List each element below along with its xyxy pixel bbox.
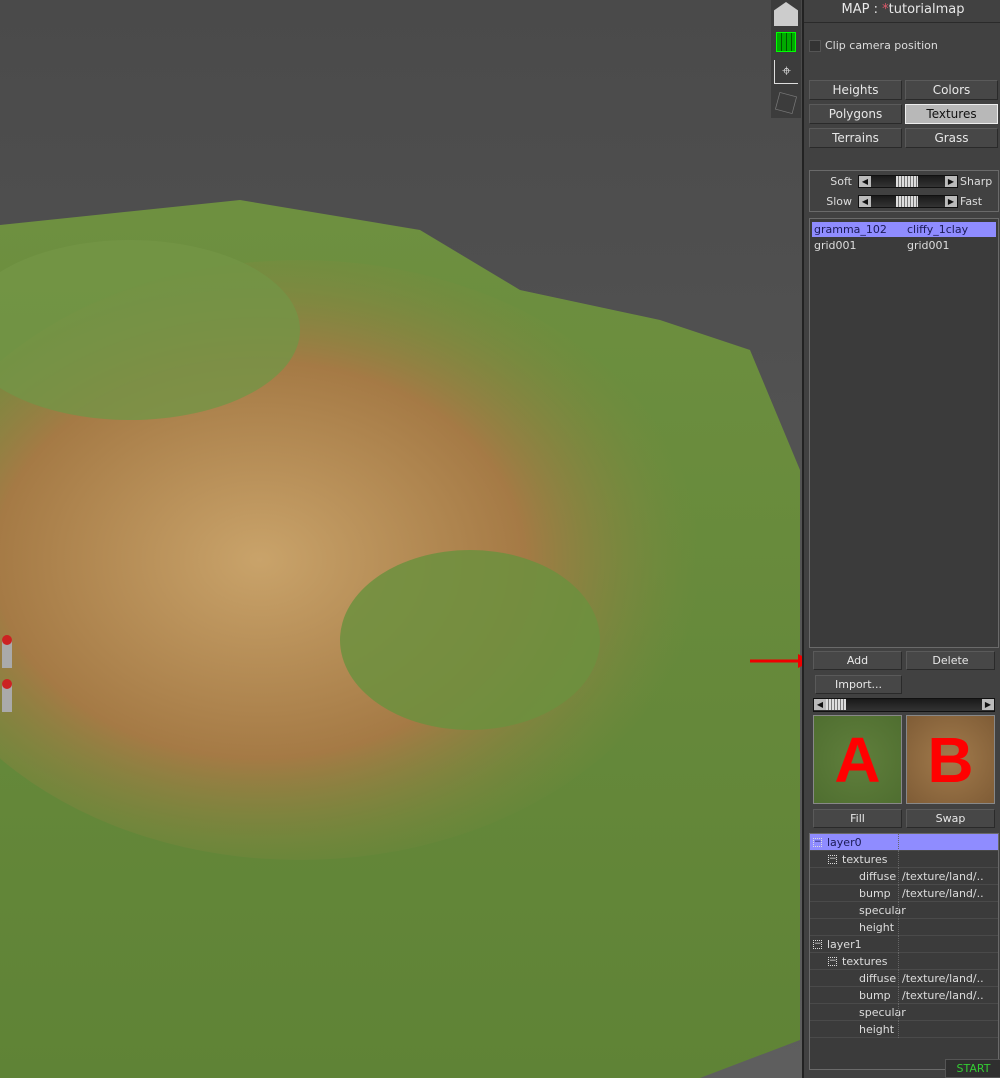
column-divider: [898, 868, 899, 885]
tree-row[interactable]: height: [810, 919, 998, 936]
softness-slider[interactable]: ◀ ▶: [858, 175, 958, 188]
swap-button[interactable]: Swap: [906, 809, 995, 828]
scroll-left-arrow[interactable]: ◀: [814, 699, 826, 710]
grid-icon[interactable]: [776, 32, 796, 52]
collapse-toggle-icon[interactable]: −: [813, 940, 822, 949]
sharp-label: Sharp: [960, 175, 993, 188]
tree-row[interactable]: bump/texture/land/..: [810, 987, 998, 1004]
tree-item-name: layer0: [827, 836, 862, 849]
tree-item-name: height: [859, 921, 895, 934]
slow-label: Slow: [826, 195, 852, 208]
collapse-toggle-icon[interactable]: −: [828, 957, 837, 966]
tree-item-name: diffuse: [859, 870, 897, 883]
slider-right-arrow[interactable]: ▶: [945, 196, 957, 207]
column-divider: [898, 902, 899, 919]
tree-item-name: height: [859, 1023, 895, 1036]
column-divider: [898, 851, 899, 868]
tree-row[interactable]: − layer1: [810, 936, 998, 953]
label-b: B: [927, 724, 974, 796]
start-button[interactable]: START: [945, 1059, 1000, 1078]
layer-property-tree: − layer0− textures diffuse/texture/land/.. b…: [809, 833, 999, 1070]
column-divider: [898, 919, 899, 936]
scrollbar-thumb[interactable]: [826, 699, 846, 710]
slider-left-arrow[interactable]: ◀: [859, 196, 871, 207]
slider-left-arrow[interactable]: ◀: [859, 176, 871, 187]
softness-slider-row: Soft ◀ ▶ Sharp: [810, 174, 1000, 190]
texture-pair-list: gramma_102 cliffy_1clay grid001 grid001: [809, 218, 999, 648]
column-divider: [898, 834, 899, 851]
speed-slider-row: Slow ◀ ▶ Fast: [810, 194, 1000, 210]
tree-row[interactable]: specular: [810, 902, 998, 919]
tree-item-name: layer1: [827, 938, 862, 951]
tree-item-name: bump: [859, 887, 891, 900]
fast-label: Fast: [960, 195, 983, 208]
terrain-grass-hollow: [340, 550, 600, 730]
clip-camera-checkbox[interactable]: [809, 40, 821, 52]
texture-scrollbar[interactable]: ◀ ▶: [813, 698, 995, 712]
delete-button[interactable]: Delete: [906, 651, 995, 670]
texture-b-name: grid001: [907, 239, 950, 252]
tree-row[interactable]: specular: [810, 1004, 998, 1021]
texture-a-name: gramma_102: [814, 223, 887, 236]
scroll-right-arrow[interactable]: ▶: [982, 699, 994, 710]
slider-thumb[interactable]: [896, 176, 918, 187]
slider-right-arrow[interactable]: ▶: [945, 176, 957, 187]
panel-title: MAP : *tutorialmap: [841, 2, 965, 17]
tree-row[interactable]: diffuse/texture/land/..: [810, 868, 998, 885]
texture-tile-b[interactable]: B: [906, 715, 995, 804]
label-a: A: [834, 724, 881, 796]
mode-heights-button[interactable]: Heights: [809, 80, 902, 100]
mode-colors-button[interactable]: Colors: [905, 80, 998, 100]
tree-item-value[interactable]: /texture/land/..: [902, 885, 984, 902]
mode-grass-button[interactable]: Grass: [905, 128, 998, 148]
column-divider: [898, 953, 899, 970]
mode-polygons-button[interactable]: Polygons: [809, 104, 902, 124]
camera-path-icon[interactable]: ⌖: [774, 60, 798, 84]
tree-row[interactable]: − textures: [810, 953, 998, 970]
texture-a-name: grid001: [814, 239, 857, 252]
column-divider: [898, 936, 899, 953]
collapse-toggle-icon[interactable]: −: [813, 838, 822, 847]
list-item[interactable]: grid001 grid001: [812, 238, 996, 253]
list-item[interactable]: gramma_102 cliffy_1clay: [812, 222, 996, 237]
column-divider: [898, 1021, 899, 1038]
tree-row[interactable]: − textures: [810, 851, 998, 868]
import-button[interactable]: Import...: [815, 675, 902, 694]
texture-b-name: cliffy_1clay: [907, 223, 969, 236]
slider-thumb[interactable]: [896, 196, 918, 207]
tree-row[interactable]: − layer0: [810, 834, 998, 851]
mode-textures-button[interactable]: Textures: [905, 104, 998, 124]
column-divider: [898, 987, 899, 1004]
speed-slider[interactable]: ◀ ▶: [858, 195, 958, 208]
texture-tile-a[interactable]: A: [813, 715, 902, 804]
tree-item-value[interactable]: /texture/land/..: [902, 868, 984, 885]
tree-item-value[interactable]: /texture/land/..: [902, 970, 984, 987]
house-icon[interactable]: [774, 2, 798, 26]
map-name: tutorialmap: [888, 2, 965, 17]
add-button[interactable]: Add: [813, 651, 902, 670]
divider: [804, 22, 1000, 23]
tree-row[interactable]: height: [810, 1021, 998, 1038]
tree-item-value[interactable]: /texture/land/..: [902, 987, 984, 1004]
tree-item-name: diffuse: [859, 972, 897, 985]
brush-settings: Soft ◀ ▶ Sharp Slow ◀ ▶ Fast: [809, 170, 999, 212]
map-editor-panel: MAP : *tutorialmap Clip camera position …: [802, 0, 1000, 1078]
column-divider: [898, 885, 899, 902]
mode-terrains-button[interactable]: Terrains: [809, 128, 902, 148]
collapse-toggle-icon[interactable]: −: [828, 855, 837, 864]
column-divider: [898, 1004, 899, 1021]
soft-label: Soft: [830, 175, 852, 188]
fill-button[interactable]: Fill: [813, 809, 902, 828]
tool-strip: ⌖: [771, 0, 801, 118]
clip-camera-label: Clip camera position: [825, 39, 938, 52]
cube-icon[interactable]: [774, 91, 798, 115]
tree-item-name: bump: [859, 989, 891, 1002]
tree-row[interactable]: bump/texture/land/..: [810, 885, 998, 902]
tree-item-name: textures: [842, 955, 888, 968]
tree-item-name: textures: [842, 853, 888, 866]
column-divider: [898, 970, 899, 987]
tree-row[interactable]: diffuse/texture/land/..: [810, 970, 998, 987]
